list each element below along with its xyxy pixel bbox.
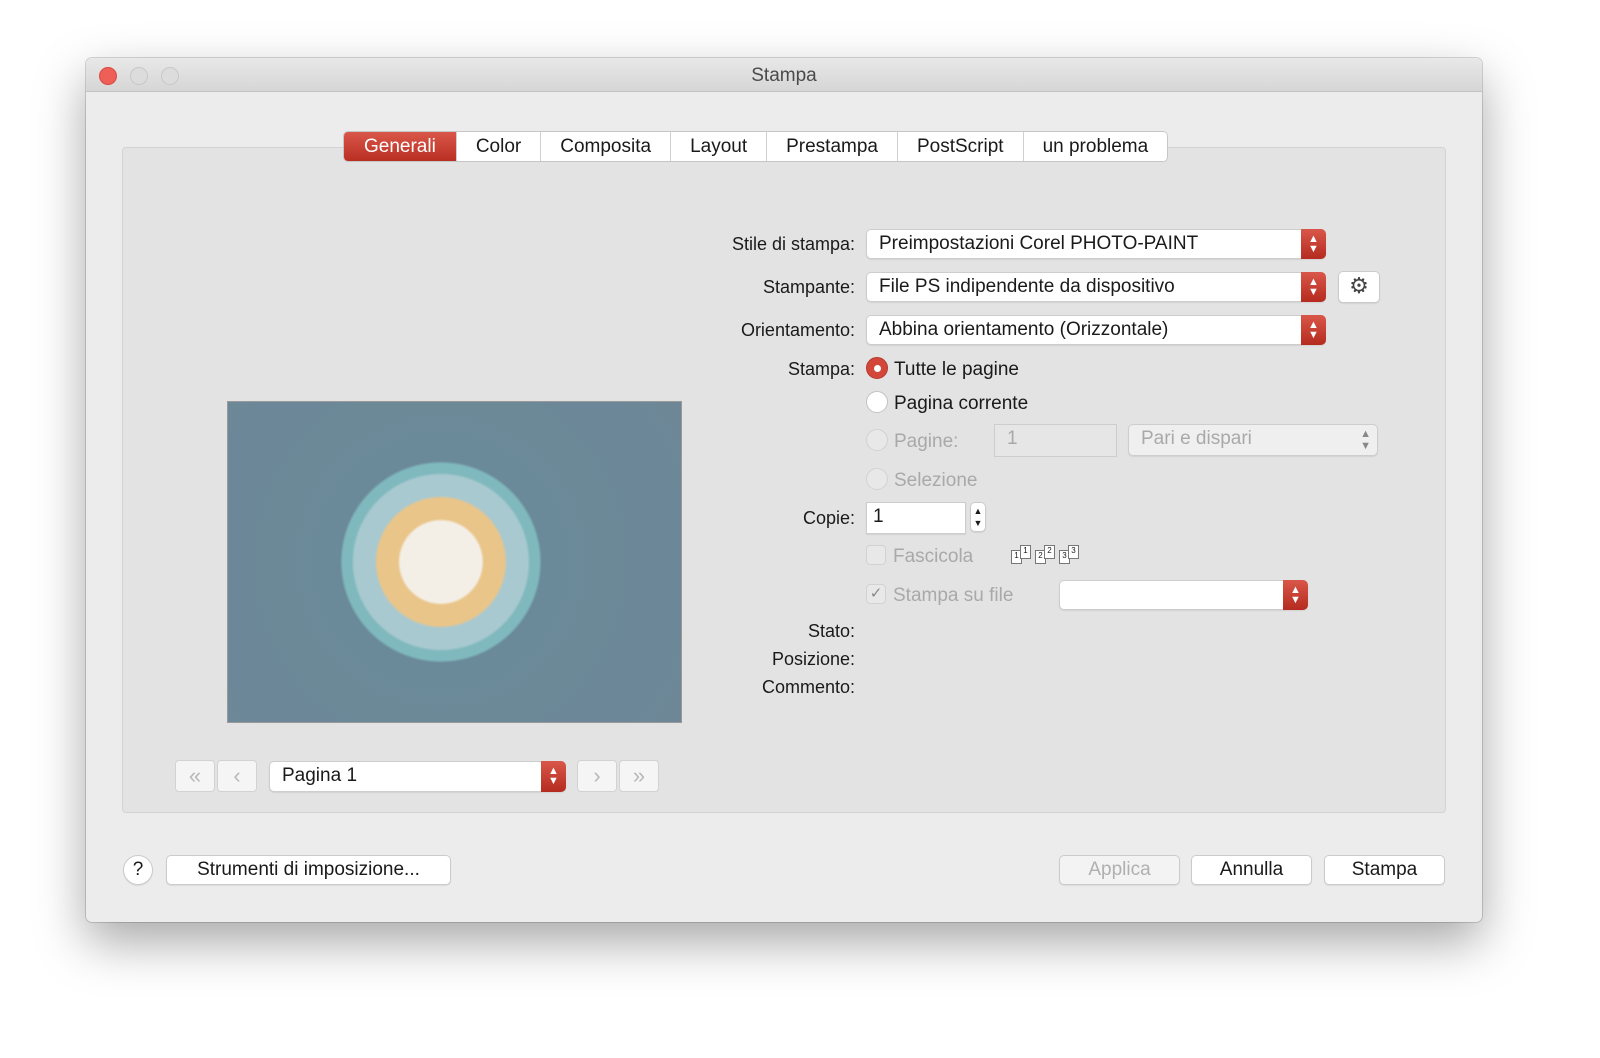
print-style-value: Preimpostazioni Corel PHOTO-PAINT: [879, 233, 1199, 254]
help-button[interactable]: ?: [123, 855, 153, 885]
parity-select[interactable]: Pari e dispari ▲ ▼: [1128, 424, 1378, 456]
tab-composita[interactable]: Composita: [541, 132, 672, 161]
copies-label: Copie:: [802, 508, 855, 528]
all-pages-label: Tutte le pagine: [894, 359, 1019, 380]
comment-label: Commento:: [761, 677, 855, 697]
chevron-updown-icon: ▲ ▼: [1301, 272, 1326, 302]
apply-button[interactable]: Applica: [1059, 855, 1180, 885]
tab-generali[interactable]: Generali: [344, 132, 457, 161]
print-style-select[interactable]: Preimpostazioni Corel PHOTO-PAINT ▲ ▼: [866, 229, 1326, 259]
collate-icon: 11 22 33: [1011, 545, 1079, 564]
printer-settings-button[interactable]: ⚙: [1338, 271, 1380, 303]
next-page-button[interactable]: ›: [577, 760, 617, 792]
radio-pages[interactable]: [866, 429, 888, 451]
settings-panel: Stile di stampa: Preimpostazioni Corel P…: [122, 147, 1446, 813]
printer-select[interactable]: File PS indipendente da dispositivo ▲ ▼: [866, 272, 1326, 302]
style-label: Stile di stampa:: [731, 234, 855, 254]
selection-label: Selezione: [894, 470, 978, 491]
radio-selection[interactable]: [866, 468, 888, 490]
chevron-updown-icon: ▲ ▼: [1283, 580, 1308, 610]
radio-all-pages[interactable]: [866, 357, 888, 379]
page-select[interactable]: Pagina 1 ▲ ▼: [269, 761, 566, 792]
orientation-select[interactable]: Abbina orientamento (Orizzontale) ▲ ▼: [866, 315, 1326, 345]
chevron-updown-icon: ▲ ▼: [541, 761, 566, 792]
tab-postscript[interactable]: PostScript: [897, 132, 1024, 161]
collate-checkbox[interactable]: [866, 545, 886, 565]
imposition-tools-button[interactable]: Strumenti di imposizione...: [166, 855, 451, 885]
first-page-button[interactable]: «: [175, 760, 215, 792]
print-preview-image: [227, 401, 682, 723]
radio-current-page[interactable]: [866, 391, 888, 413]
orientation-value: Abbina orientamento (Orizzontale): [879, 319, 1169, 340]
tab-layout[interactable]: Layout: [671, 132, 768, 161]
printer-label: Stampante:: [762, 277, 855, 297]
page-glyph: 3: [1068, 545, 1079, 559]
print-to-file-label: Stampa su file: [893, 585, 1014, 606]
title-bar: Stampa: [86, 58, 1482, 92]
last-page-button[interactable]: »: [619, 760, 659, 792]
orientation-label: Orientamento:: [740, 320, 855, 340]
collate-label: Fascicola: [893, 546, 974, 567]
location-label: Posizione:: [771, 649, 855, 669]
pages-label: Pagine:: [894, 431, 959, 452]
print-button[interactable]: Stampa: [1324, 855, 1445, 885]
parity-value: Pari e dispari: [1141, 428, 1252, 449]
chevron-updown-icon: ▲ ▼: [1301, 229, 1326, 259]
tab-color[interactable]: Color: [456, 132, 542, 161]
print-dialog: Stampa Generali Color Composita Layout P…: [86, 58, 1482, 922]
page-glyph: 1: [1020, 545, 1031, 559]
pages-input[interactable]: 1: [994, 424, 1117, 457]
gear-icon: ⚙: [1349, 273, 1369, 298]
copies-stepper[interactable]: ▲ ▼: [970, 502, 986, 532]
tab-un-problema[interactable]: un problema: [1023, 132, 1168, 161]
print-range-label: Stampa:: [787, 359, 855, 379]
prev-page-button[interactable]: ‹: [217, 760, 257, 792]
page-glyph: 2: [1044, 545, 1055, 559]
tab-prestampa[interactable]: Prestampa: [767, 132, 898, 161]
current-page-label: Pagina corrente: [894, 393, 1029, 414]
printer-value: File PS indipendente da dispositivo: [879, 276, 1175, 297]
window-title: Stampa: [751, 65, 817, 86]
tab-bar: Generali Color Composita Layout Prestamp…: [343, 131, 1169, 162]
page-select-value: Pagina 1: [282, 765, 358, 786]
chevron-updown-icon: ▲ ▼: [1301, 315, 1326, 345]
file-path-select[interactable]: ▲ ▼: [1059, 580, 1308, 610]
status-label: Stato:: [807, 621, 855, 641]
copies-input[interactable]: 1: [866, 502, 966, 534]
cancel-button[interactable]: Annulla: [1191, 855, 1312, 885]
checkmark-icon: ✓: [869, 585, 883, 602]
chevron-updown-icon: ▲ ▼: [1360, 428, 1371, 452]
print-to-file-checkbox[interactable]: ✓: [866, 584, 886, 604]
